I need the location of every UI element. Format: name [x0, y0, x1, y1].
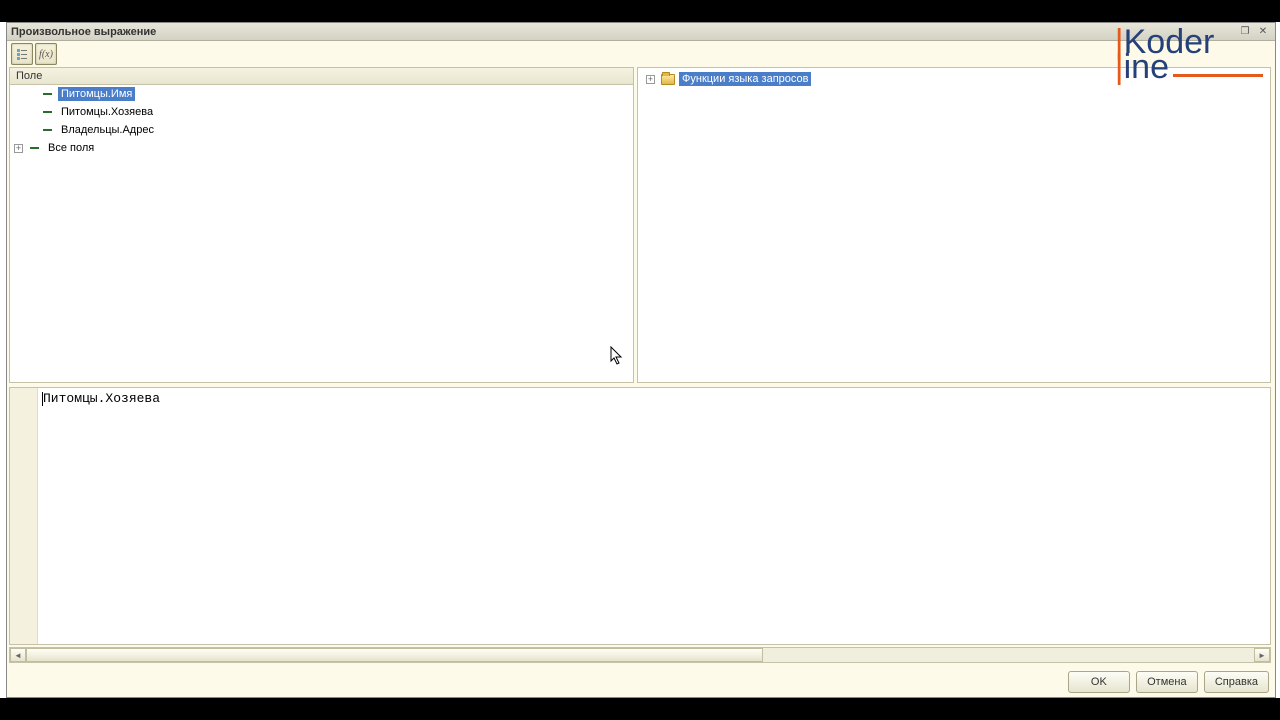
tree-item[interactable]: Питомцы.Хозяева — [10, 103, 633, 121]
toolbar: f(x) — [7, 41, 1275, 67]
fields-view-button[interactable] — [11, 43, 33, 65]
tree-item[interactable]: + Функции языка запросов — [638, 70, 1270, 88]
ok-button[interactable]: OK — [1068, 671, 1130, 693]
dialog-window: Произвольное выражение ❐ ✕ f(x) Поле Пит… — [6, 22, 1276, 698]
workspace: Поле Питомцы.Имя Питомцы.Хозяева Владель… — [7, 67, 1275, 663]
tree-item[interactable]: Питомцы.Имя — [10, 85, 633, 103]
tree-expander-icon[interactable]: + — [14, 144, 23, 153]
list-icon — [16, 48, 28, 60]
restore-button[interactable]: ❐ — [1237, 25, 1253, 39]
tree-item-label: Владельцы.Адрес — [58, 123, 157, 137]
tree-expander-icon[interactable]: + — [646, 75, 655, 84]
tree-item[interactable]: Владельцы.Адрес — [10, 121, 633, 139]
tree-expander-blank — [30, 88, 42, 100]
scroll-thumb[interactable] — [26, 648, 763, 662]
tree-expander-blank — [30, 106, 42, 118]
help-button[interactable]: Справка — [1204, 671, 1269, 693]
tree-item[interactable]: + Все поля — [10, 139, 633, 157]
scroll-track[interactable] — [26, 648, 1254, 662]
folder-icon — [661, 74, 675, 85]
cancel-button[interactable]: Отмена — [1136, 671, 1198, 693]
fields-panel-header: Поле — [9, 67, 634, 85]
tree-item-label: Функции языка запросов — [679, 72, 811, 86]
expression-editor[interactable]: Питомцы.Хозяева — [9, 387, 1271, 645]
field-icon — [42, 126, 54, 134]
field-icon — [29, 144, 41, 152]
editor-text: Питомцы.Хозяева — [43, 391, 160, 406]
tree-item-label: Все поля — [45, 141, 97, 155]
scroll-left-button[interactable]: ◄ — [10, 648, 26, 662]
dialog-button-bar: OK Отмена Справка — [1068, 671, 1269, 693]
scroll-right-button[interactable]: ► — [1254, 648, 1270, 662]
functions-tree[interactable]: + Функции языка запросов — [637, 67, 1271, 383]
fields-tree[interactable]: Питомцы.Имя Питомцы.Хозяева Владельцы.Ад… — [9, 85, 634, 383]
titlebar: Произвольное выражение ❐ ✕ — [7, 23, 1275, 41]
tree-item-label: Питомцы.Имя — [58, 87, 135, 101]
fx-icon: f(x) — [39, 49, 53, 60]
field-icon — [42, 90, 54, 98]
editor-gutter — [10, 388, 38, 644]
horizontal-scrollbar[interactable]: ◄ ► — [9, 647, 1271, 663]
window-title: Произвольное выражение — [11, 26, 1235, 38]
tree-item-label: Питомцы.Хозяева — [58, 105, 156, 119]
close-button[interactable]: ✕ — [1255, 25, 1271, 39]
field-icon — [42, 108, 54, 116]
functions-view-button[interactable]: f(x) — [35, 43, 57, 65]
editor-content[interactable]: Питомцы.Хозяева — [42, 391, 1270, 644]
tree-expander-blank — [30, 124, 42, 136]
